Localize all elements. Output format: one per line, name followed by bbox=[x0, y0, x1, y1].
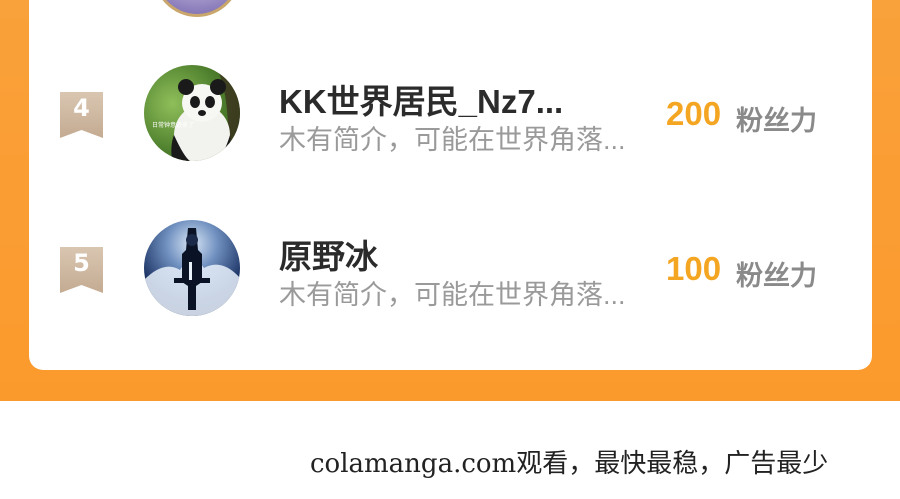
avatar[interactable]: 日常钟意迹来了 bbox=[144, 65, 240, 161]
fan-power-score: 200 bbox=[666, 95, 722, 132]
site-watermark: colamanga.com观看，最快最稳，广告最少 bbox=[310, 449, 829, 479]
rank-badge: 4 bbox=[60, 92, 103, 138]
dark-figure-avatar-icon bbox=[144, 228, 240, 316]
user-name[interactable]: 原野冰 bbox=[279, 230, 378, 278]
user-name[interactable]: KK世界居民_Nz7... bbox=[279, 75, 563, 123]
rank-number: 4 bbox=[73, 94, 90, 122]
fan-power-label: 粉丝力 bbox=[736, 106, 817, 136]
ranking-row[interactable]: 4 日常钟意迹来了 KK世界居民_Nz7... 木有简介，可能在世界角落... … bbox=[0, 63, 900, 163]
fan-power-score: 100 bbox=[666, 250, 722, 287]
ranking-row[interactable]: 5 原野冰 木有简介，可能在世界角落... 100 粉丝力 bbox=[0, 218, 900, 318]
panda-avatar-icon: 日常钟意迹来了 bbox=[152, 65, 240, 161]
rank-badge: 5 bbox=[60, 247, 103, 293]
avatar[interactable] bbox=[144, 220, 240, 316]
svg-text:日常钟意迹来了: 日常钟意迹来了 bbox=[152, 121, 194, 129]
user-intro: 木有简介，可能在世界角落... bbox=[279, 280, 626, 310]
user-intro: 木有简介，可能在世界角落... bbox=[279, 125, 626, 155]
rank-number: 5 bbox=[73, 249, 90, 277]
fan-power-label: 粉丝力 bbox=[736, 261, 817, 291]
